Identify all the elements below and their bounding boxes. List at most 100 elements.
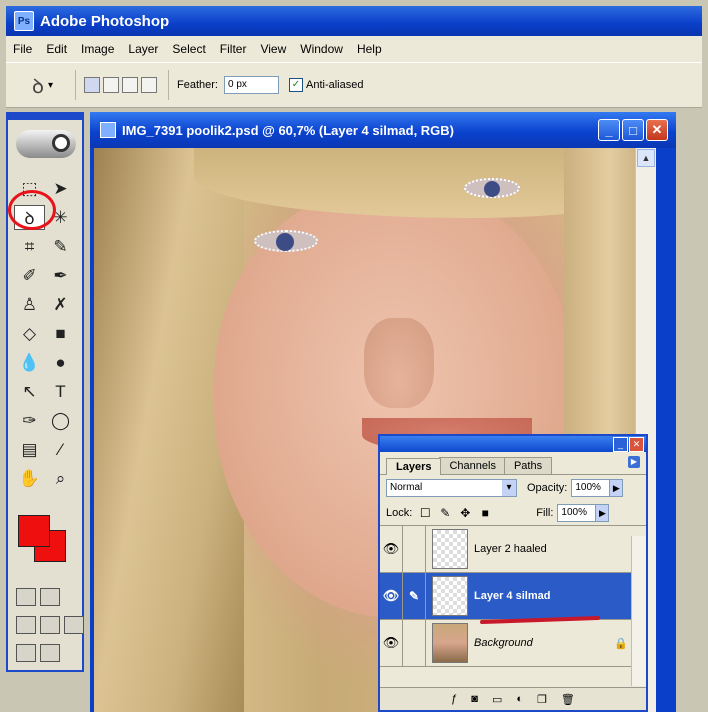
screen-mode-full[interactable] xyxy=(64,616,84,634)
quick-mask-button[interactable] xyxy=(40,588,60,606)
menu-select[interactable]: Select xyxy=(165,42,212,56)
layer-row[interactable]: 👁 Layer 2 haaled xyxy=(380,526,646,573)
eye-icon[interactable]: 👁 xyxy=(380,573,403,619)
brush-tool-icon[interactable]: ✒ xyxy=(45,263,76,288)
feather-input[interactable]: 0 px xyxy=(223,76,279,94)
menu-view[interactable]: View xyxy=(253,42,293,56)
layer-mask-icon[interactable]: ◙ xyxy=(471,693,478,705)
fill-arrow-icon[interactable]: ▶ xyxy=(596,504,610,522)
tab-channels[interactable]: Channels xyxy=(439,457,506,474)
lock-row: Lock: ☐ ✎ ✥ ■ Fill: 100% ▶ xyxy=(380,501,646,526)
palette-close-button[interactable]: ✕ xyxy=(629,437,644,452)
palette-minimize-button[interactable]: _ xyxy=(613,437,628,452)
opacity-arrow-icon[interactable]: ▶ xyxy=(610,479,624,497)
link-cell[interactable] xyxy=(403,526,426,572)
menu-edit[interactable]: Edit xyxy=(39,42,74,56)
fill-input[interactable]: 100% xyxy=(557,504,597,522)
fill-label: Fill: xyxy=(536,507,554,519)
healing-brush-icon[interactable]: ✐ xyxy=(14,263,45,288)
eraser-tool-icon[interactable]: ◇ xyxy=(14,321,45,346)
eye-icon[interactable]: 👁 xyxy=(380,620,403,666)
eyedropper-icon[interactable]: ⁄ xyxy=(45,437,76,462)
layer-name: Layer 2 haaled xyxy=(474,543,547,555)
document-title-bar[interactable]: IMG_7391 poolik2.psd @ 60,7% (Layer 4 si… xyxy=(90,112,676,148)
zoom-tool-icon[interactable]: ⌕ xyxy=(45,466,76,491)
minimize-button[interactable]: _ xyxy=(598,119,620,141)
lock-icon: 🔒 xyxy=(614,637,628,650)
menu-window[interactable]: Window xyxy=(293,42,350,56)
adjustment-layer-icon[interactable]: ◐ xyxy=(516,693,523,705)
document-icon xyxy=(100,122,116,138)
menu-layer[interactable]: Layer xyxy=(121,42,165,56)
pen-tool-icon[interactable]: ✑ xyxy=(14,408,45,433)
screen-mode-full-menu[interactable] xyxy=(40,616,60,634)
subtract-selection-button[interactable] xyxy=(122,77,139,93)
close-button[interactable]: ✕ xyxy=(646,119,668,141)
clone-stamp-icon[interactable]: ♙ xyxy=(14,292,45,317)
history-brush-icon[interactable]: ✗ xyxy=(45,292,76,317)
new-selection-button[interactable] xyxy=(84,77,101,93)
tab-layers[interactable]: Layers xyxy=(386,458,442,475)
add-selection-button[interactable] xyxy=(103,77,120,93)
eye-icon[interactable]: 👁 xyxy=(380,526,403,572)
screen-mode-row xyxy=(16,616,84,634)
opacity-label: Opacity: xyxy=(527,482,568,494)
jump-alt-button[interactable] xyxy=(40,644,60,662)
menu-help[interactable]: Help xyxy=(350,42,389,56)
lock-position-icon[interactable]: ✥ xyxy=(458,506,472,520)
menu-image[interactable]: Image xyxy=(74,42,121,56)
jump-to-imageready-button[interactable] xyxy=(16,644,36,662)
blend-row: Normal Opacity: 100% ▶ xyxy=(380,475,646,501)
type-tool-icon[interactable]: T xyxy=(45,379,76,404)
lasso-icon[interactable]: ꝺ xyxy=(32,72,44,99)
trash-icon[interactable]: 🗑 xyxy=(561,693,575,706)
crop-tool-icon[interactable]: ⌗ xyxy=(14,234,45,259)
foreground-color-swatch[interactable] xyxy=(18,515,50,547)
layer-row-selected[interactable]: 👁 ✎ Layer 4 silmad xyxy=(380,573,646,620)
opacity-input[interactable]: 100% xyxy=(571,479,611,497)
gradient-tool-icon[interactable]: ■ xyxy=(45,321,76,346)
new-set-icon[interactable]: ▭ xyxy=(492,693,502,706)
feather-label: Feather: xyxy=(177,79,218,91)
standard-mode-button[interactable] xyxy=(16,588,36,606)
layer-name: Layer 4 silmad xyxy=(474,590,551,602)
lock-all-icon[interactable]: ■ xyxy=(478,506,492,520)
palette-menu-icon[interactable]: ▶ xyxy=(628,456,640,468)
scroll-up-icon[interactable]: ▲ xyxy=(637,149,655,167)
menu-filter[interactable]: Filter xyxy=(213,42,254,56)
layer-row[interactable]: 👁 Background 🔒 xyxy=(380,620,646,667)
hand-tool-icon[interactable]: ✋ xyxy=(14,466,45,491)
window-buttons: _ □ ✕ xyxy=(598,119,668,141)
path-select-icon[interactable]: ↖ xyxy=(14,379,45,404)
options-bar: ꝺ ▾ Feather: 0 px ✓ Anti-aliased xyxy=(6,62,702,108)
new-layer-icon[interactable]: ❐ xyxy=(537,693,547,706)
anti-aliased-checkbox[interactable]: ✓ xyxy=(288,78,303,92)
layer-style-icon[interactable]: ƒ xyxy=(451,693,457,705)
palette-scrollbar[interactable] xyxy=(631,536,646,686)
link-cell[interactable] xyxy=(403,620,426,666)
brush-icon[interactable]: ✎ xyxy=(403,573,426,619)
menu-file[interactable]: File xyxy=(6,42,39,56)
menu-bar: File Edit Image Layer Select Filter View… xyxy=(6,36,702,62)
layer-thumbnail xyxy=(432,529,468,569)
notes-tool-icon[interactable]: ▤ xyxy=(14,437,45,462)
app-title: Adobe Photoshop xyxy=(40,12,170,30)
feather-icon[interactable] xyxy=(16,130,76,158)
tab-paths[interactable]: Paths xyxy=(503,457,553,474)
blend-mode-select[interactable]: Normal xyxy=(386,479,517,497)
screen-mode-standard[interactable] xyxy=(16,616,36,634)
palette-title-bar[interactable]: _ ✕ xyxy=(380,436,646,452)
blur-tool-icon[interactable]: 💧 xyxy=(14,350,45,375)
slice-tool-icon[interactable]: ✎ xyxy=(45,234,76,259)
intersect-selection-button[interactable] xyxy=(141,77,158,93)
nose xyxy=(364,318,434,408)
maximize-button[interactable]: □ xyxy=(622,119,644,141)
lock-image-icon[interactable]: ✎ xyxy=(438,506,452,520)
chevron-down-icon[interactable]: ▾ xyxy=(48,80,53,91)
app-title-bar: Ps Adobe Photoshop xyxy=(6,6,702,36)
layer-thumbnail xyxy=(432,576,468,616)
shape-tool-icon[interactable]: ◯ xyxy=(45,408,76,433)
layer-name: Background xyxy=(474,637,533,649)
dodge-tool-icon[interactable]: ● xyxy=(45,350,76,375)
lock-transparency-icon[interactable]: ☐ xyxy=(418,506,432,520)
